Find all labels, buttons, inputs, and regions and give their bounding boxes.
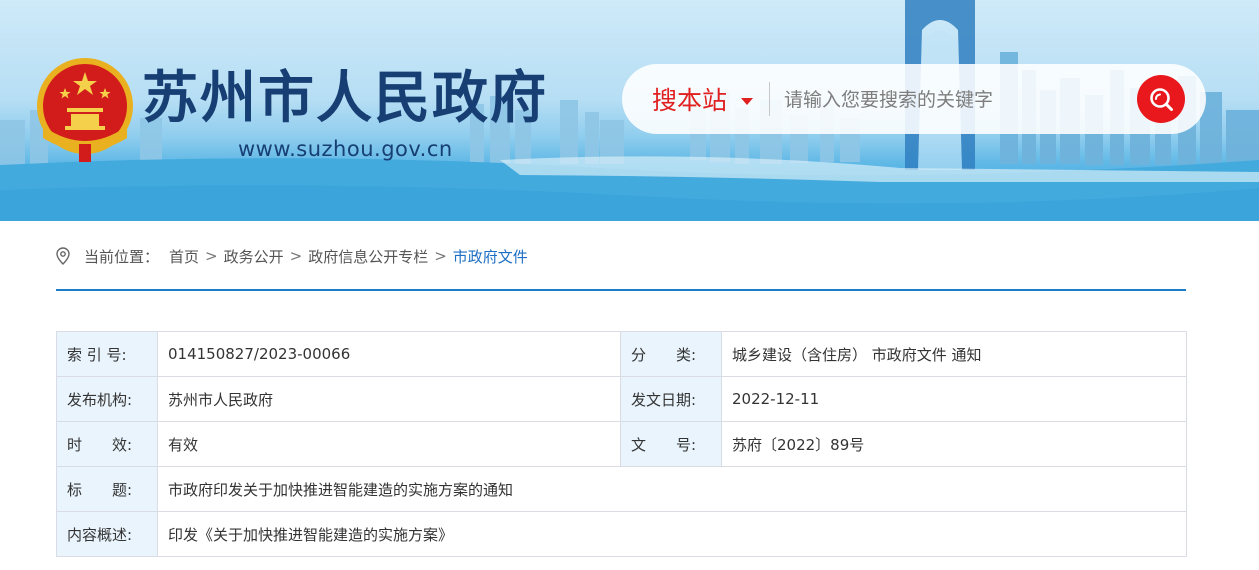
breadcrumb-home[interactable]: 首页 (169, 246, 199, 267)
index-number-label: 索 引 号: (56, 331, 158, 377)
title-label: 标 题: (56, 466, 158, 512)
category-label: 分 类: (620, 331, 722, 377)
breadcrumb-government-affairs[interactable]: 政务公开 (224, 246, 284, 267)
table-row: 发布机构: 苏州市人民政府 发文日期: 2022-12-11 (56, 376, 1187, 422)
breadcrumb-info-disclosure[interactable]: 政府信息公开专栏 (308, 246, 428, 267)
table-row: 内容概述: 印发《关于加快推进智能建造的实施方案》 (56, 511, 1187, 557)
document-info-table: 索 引 号: 014150827/2023-00066 分 类: 城乡建设（含住… (56, 331, 1187, 557)
table-row: 时 效: 有效 文 号: 苏府〔2022〕89号 (56, 421, 1187, 467)
breadcrumb-separator: > (434, 247, 447, 265)
title-value: 市政府印发关于加快推进智能建造的实施方案的通知 (157, 466, 1187, 512)
section-divider (56, 289, 1186, 291)
search-icon (1150, 88, 1173, 111)
search-divider (769, 82, 770, 116)
category-value: 城乡建设（含住房） 市政府文件 通知 (721, 331, 1187, 377)
breadcrumb-prefix: 当前位置： (84, 247, 160, 266)
document-number-label: 文 号: (620, 421, 722, 467)
validity-value: 有效 (157, 421, 621, 467)
breadcrumb: 当前位置： 首页 > 政务公开 > 政府信息公开专栏 > 市政府文件 (56, 244, 528, 268)
document-number-value: 苏府〔2022〕89号 (721, 421, 1187, 467)
breadcrumb-separator: > (205, 247, 218, 265)
publisher-label: 发布机构: (56, 376, 158, 422)
location-pin-icon (56, 247, 70, 265)
validity-label: 时 效: (56, 421, 158, 467)
summary-value: 印发《关于加快推进智能建造的实施方案》 (157, 511, 1187, 557)
search-scope-label: 搜本站 (652, 86, 728, 115)
breadcrumb-separator: > (289, 247, 303, 265)
search-input[interactable] (782, 81, 1126, 119)
header-banner: 苏州市人民政府 www.suzhou.gov.cn 搜本站 (0, 0, 1259, 221)
site-title: 苏州市人民政府 (142, 66, 548, 131)
index-number-value: 014150827/2023-00066 (157, 331, 621, 377)
breadcrumb-current-page[interactable]: 市政府文件 (453, 246, 528, 267)
table-row: 索 引 号: 014150827/2023-00066 分 类: 城乡建设（含住… (56, 331, 1187, 377)
site-url[interactable]: www.suzhou.gov.cn (238, 136, 453, 162)
national-emblem-icon (37, 58, 133, 162)
summary-label: 内容概述: (56, 511, 158, 557)
search-button[interactable] (1137, 75, 1185, 123)
issue-date-label: 发文日期: (620, 376, 722, 422)
search-bar: 搜本站 (622, 64, 1206, 134)
issue-date-value: 2022-12-11 (721, 376, 1187, 422)
publisher-value: 苏州市人民政府 (157, 376, 621, 422)
table-row: 标 题: 市政府印发关于加快推进智能建造的实施方案的通知 (56, 466, 1187, 512)
search-scope-dropdown[interactable]: 搜本站 (652, 64, 754, 134)
caret-down-icon (741, 97, 754, 105)
